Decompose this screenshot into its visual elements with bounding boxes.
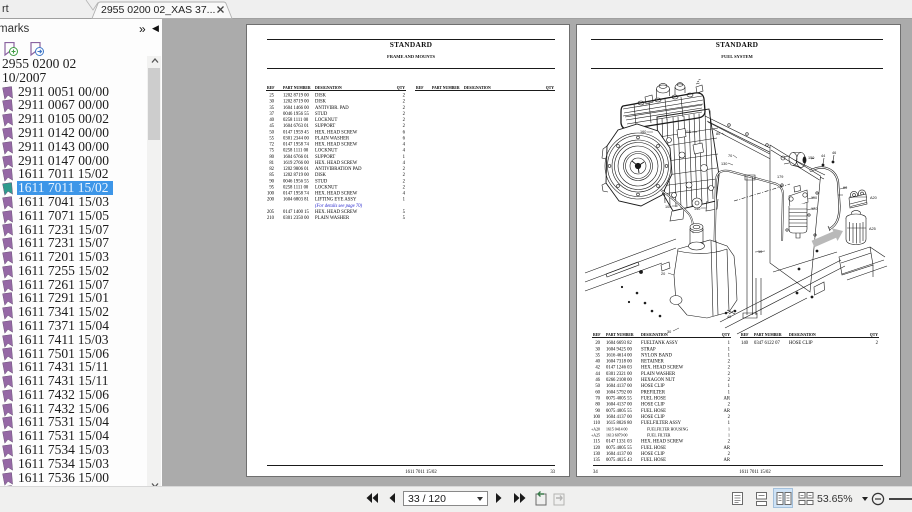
svg-text:130: 130 [721,162,727,166]
svg-text:140: 140 [694,207,700,211]
svg-text:179: 179 [777,175,783,179]
svg-text:150: 150 [808,156,814,160]
svg-text:120: 120 [811,207,817,211]
svg-text:44: 44 [821,154,825,158]
svg-text:10: 10 [758,250,762,254]
svg-text:160: 160 [640,130,646,134]
svg-text:46: 46 [832,151,836,155]
svg-text:20: 20 [661,272,665,276]
svg-text:A20: A20 [870,196,877,200]
svg-text:100: 100 [665,205,671,209]
svg-text:110: 110 [685,130,691,134]
svg-text:40: 40 [727,315,731,319]
svg-text:80: 80 [716,132,720,136]
svg-text:70: 70 [728,154,732,158]
svg-text:A25: A25 [869,227,876,231]
